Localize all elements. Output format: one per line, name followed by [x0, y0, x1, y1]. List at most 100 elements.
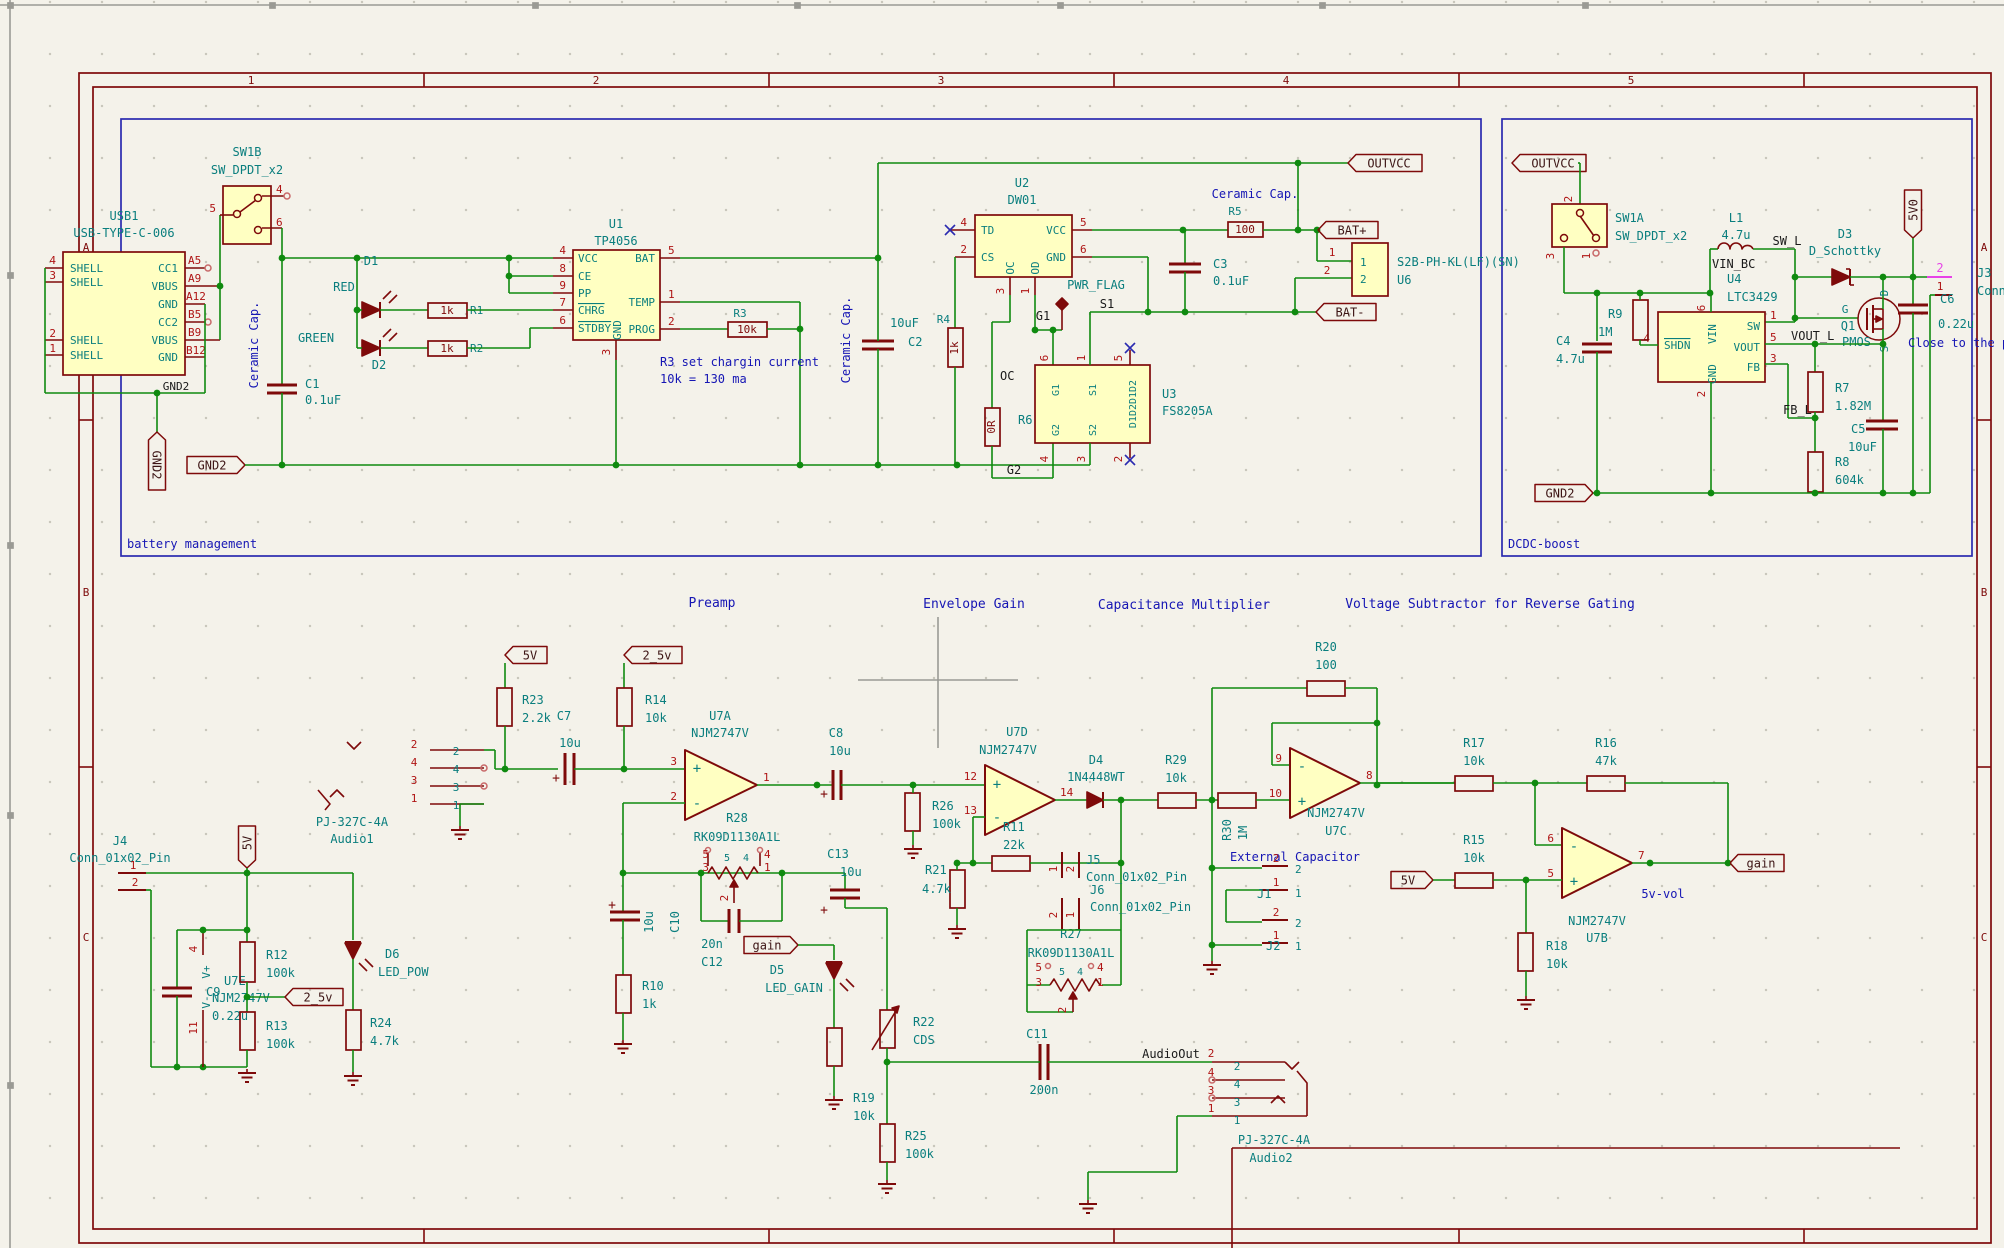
- u7c-pin-number[interactable]: 8: [1366, 769, 1373, 782]
- c12-refdes[interactable]: C12: [701, 955, 723, 969]
- usb1-pin-number[interactable]: B5: [188, 308, 201, 321]
- r19-body[interactable]: [827, 1028, 842, 1066]
- u2-pin-name[interactable]: OD: [1029, 261, 1042, 274]
- sw1a-value[interactable]: SW_DPDT_x2: [1615, 229, 1687, 243]
- power-label-5v0[interactable]: 5V0: [1905, 190, 1922, 238]
- u1-pin-name[interactable]: STDBY: [578, 322, 611, 335]
- audio1-pin-number[interactable]: 3: [411, 774, 418, 787]
- u7b-refdes[interactable]: U7B: [1586, 931, 1608, 945]
- sw1b-value[interactable]: SW_DPDT_x2: [211, 163, 283, 177]
- r21-body[interactable]: [950, 870, 965, 908]
- net-label-vout-l[interactable]: VOUT_L: [1791, 329, 1834, 343]
- r16-refdes[interactable]: R16: [1595, 736, 1617, 750]
- led-arrow[interactable]: [846, 979, 854, 987]
- junction-dot[interactable]: [1880, 490, 1887, 497]
- q1-value[interactable]: PMOS: [1842, 335, 1871, 349]
- c10-refdes[interactable]: C10: [668, 911, 682, 933]
- r24-refdes[interactable]: R24: [370, 1016, 392, 1030]
- r11-refdes[interactable]: R11: [1003, 820, 1025, 834]
- sw1a-pin-number[interactable]: 2: [1562, 196, 1575, 203]
- usb1-pin-number[interactable]: A12: [186, 290, 206, 303]
- u4-pin-number[interactable]: 2: [1695, 391, 1708, 398]
- u6-refdes[interactable]: U6: [1397, 273, 1411, 287]
- u7a-plus[interactable]: +: [693, 761, 701, 777]
- r23-body[interactable]: [497, 688, 512, 726]
- u7c-pin-number[interactable]: 10: [1269, 787, 1282, 800]
- heading-external-capacitor[interactable]: External Capacitor: [1230, 850, 1360, 864]
- u3-pin-name[interactable]: G2: [1051, 424, 1062, 436]
- u2-pin-number[interactable]: 6: [1080, 243, 1087, 256]
- u6-body[interactable]: [1352, 243, 1388, 296]
- u1-pin-name[interactable]: PP: [578, 287, 592, 300]
- sw1a-refdes[interactable]: SW1A: [1615, 211, 1645, 225]
- c3-refdes[interactable]: C3: [1213, 257, 1227, 271]
- c2-value[interactable]: 10uF: [890, 316, 919, 330]
- r27-pin-number[interactable]: 1: [1097, 976, 1104, 989]
- r4-value[interactable]: 1k: [948, 341, 961, 355]
- audio1-pin-name[interactable]: 4: [453, 763, 460, 776]
- u1-pin-number[interactable]: 6: [559, 314, 566, 327]
- d5-led[interactable]: [826, 963, 842, 979]
- u4-pin-number[interactable]: 6: [1695, 305, 1708, 312]
- u7b-value[interactable]: NJM2747V: [1568, 914, 1626, 928]
- r10-refdes[interactable]: R10: [642, 979, 664, 993]
- r11-value[interactable]: 22k: [1003, 838, 1025, 852]
- u3-pin-name[interactable]: S2: [1088, 424, 1099, 436]
- r22-arrowhead[interactable]: [892, 1006, 899, 1013]
- d1-color-note[interactable]: RED: [333, 280, 355, 294]
- r28-pin-number[interactable]: 3: [702, 861, 709, 874]
- junction-dot[interactable]: [797, 326, 804, 333]
- u1-pin-number[interactable]: 4: [559, 244, 566, 257]
- heading-envelope-gain[interactable]: Envelope Gain: [923, 597, 1025, 612]
- c2-refdes[interactable]: C2: [908, 335, 922, 349]
- c7-refdes[interactable]: C7: [557, 709, 571, 723]
- power-label-5v[interactable]: 5V: [1391, 872, 1433, 889]
- u7a-refdes[interactable]: U7A: [709, 709, 731, 723]
- u2-pin-name[interactable]: CS: [981, 251, 994, 264]
- junction-dot[interactable]: [1295, 227, 1302, 234]
- u7b-pin-number[interactable]: 5: [1547, 867, 1554, 880]
- r2-value[interactable]: 1k: [440, 342, 454, 355]
- r27-pin-name[interactable]: 4: [1077, 967, 1083, 978]
- junction-dot[interactable]: [506, 255, 513, 262]
- j6-pin-number[interactable]: 1: [1064, 912, 1077, 919]
- u7c-plus[interactable]: +: [1298, 794, 1306, 810]
- c7-polarity[interactable]: +: [552, 771, 560, 786]
- j3-value-clipped[interactable]: Conn: [1977, 284, 2004, 298]
- r27-pin-number[interactable]: 4: [1097, 961, 1104, 974]
- u7c-refdes[interactable]: U7C: [1325, 824, 1347, 838]
- q1-refdes[interactable]: Q1: [1841, 319, 1855, 333]
- usb1-pin-number[interactable]: 3: [49, 269, 56, 282]
- j6-pin-number[interactable]: 2: [1047, 912, 1060, 919]
- r27-pin-number[interactable]: 5: [1035, 961, 1042, 974]
- junction-dot[interactable]: [1812, 490, 1819, 497]
- j1-pin-name[interactable]: 1: [1295, 887, 1302, 900]
- led-arrow[interactable]: [840, 983, 848, 991]
- audio1-jack-graphic[interactable]: [318, 790, 330, 810]
- power-label-5v[interactable]: 5V: [505, 647, 547, 664]
- u1-pin-name[interactable]: TEMP: [629, 296, 656, 309]
- r9-value[interactable]: 1M: [1598, 325, 1612, 339]
- r24-value[interactable]: 4.7k: [370, 1034, 400, 1048]
- u7b-plus[interactable]: +: [1570, 874, 1578, 890]
- u7e-value[interactable]: NJM2747V: [212, 991, 270, 1005]
- u4-pin-number[interactable]: 1: [1770, 309, 1777, 322]
- audio1-jack-graphic[interactable]: [330, 790, 344, 797]
- u3-pin-number[interactable]: 2: [1112, 456, 1125, 463]
- ground-symbol[interactable]: [1203, 961, 1221, 974]
- u3-value[interactable]: FS8205A: [1162, 404, 1213, 418]
- u1-pin-number[interactable]: 9: [559, 279, 566, 292]
- c1-refdes[interactable]: C1: [305, 377, 319, 391]
- r25-refdes[interactable]: R25: [905, 1129, 927, 1143]
- c9-value[interactable]: 0.22u: [212, 1009, 248, 1023]
- u4-pin-name[interactable]: SW: [1747, 320, 1761, 333]
- r28-pin-number[interactable]: 1: [764, 861, 771, 874]
- note-charge-current[interactable]: 10k = 130 ma: [660, 372, 747, 386]
- global-label-bat-plus[interactable]: BAT+: [1318, 222, 1378, 239]
- audio2-value[interactable]: PJ-327C-4A: [1238, 1133, 1311, 1147]
- j4-refdes[interactable]: J4: [113, 834, 127, 848]
- l1-value[interactable]: 4.7u: [1722, 228, 1751, 242]
- global-label-outvcc[interactable]: OUTVCC: [1512, 155, 1586, 172]
- usb1-value[interactable]: USB-TYPE-C-006: [73, 226, 174, 240]
- r3-refdes[interactable]: R3: [733, 307, 746, 320]
